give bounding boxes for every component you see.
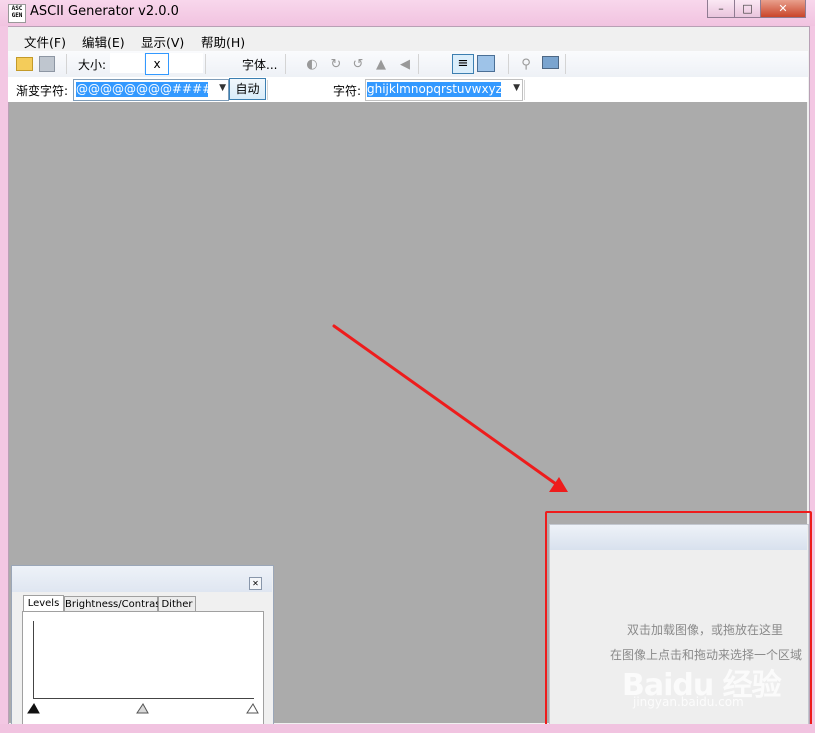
- ramp-combo[interactable]: @@@@@@@@####%%%%*****++++;;;;:::::,,,,,,…: [73, 79, 229, 101]
- ramp-value: @@@@@@@@####%%%%*****++++;;;;:::::,,,,,,…: [76, 82, 208, 97]
- font-button[interactable]: 字体...: [242, 56, 277, 73]
- save-icon[interactable]: [39, 56, 55, 72]
- panel-close-icon[interactable]: ✕: [249, 577, 262, 590]
- toolbar-separator: [66, 54, 67, 74]
- flip-horizontal-icon[interactable]: ◀: [397, 57, 413, 73]
- menu-edit[interactable]: 编辑(E): [82, 32, 125, 51]
- menu-bar: [8, 27, 808, 51]
- flip-vertical-icon[interactable]: ▲: [373, 57, 389, 73]
- toolbar-separator: [508, 54, 509, 74]
- annotation-arrow: [332, 324, 568, 492]
- window-border-bottom: [0, 724, 815, 733]
- toolbar-separator: [524, 80, 525, 100]
- toolbar-separator: [565, 54, 566, 74]
- app-icon: ASC GEN: [8, 4, 26, 23]
- chevron-down-icon[interactable]: ▼: [219, 83, 226, 93]
- toolbar-separator: [205, 54, 206, 74]
- chars-label: 字符:: [333, 84, 362, 98]
- image-view-icon[interactable]: [477, 55, 495, 72]
- minimize-button[interactable]: –: [707, 0, 735, 18]
- window-title: ASCII Generator v2.0.0: [30, 4, 179, 19]
- width-input[interactable]: [110, 53, 144, 73]
- menu-file[interactable]: 文件(F): [24, 32, 66, 51]
- annotation-box: [545, 511, 812, 728]
- white-point-slider: [246, 703, 259, 714]
- level-sliders[interactable]: [26, 701, 262, 715]
- close-button[interactable]: ✕: [760, 0, 806, 18]
- black-point-slider: [27, 703, 40, 714]
- chevron-down-icon[interactable]: ▼: [513, 83, 520, 93]
- menu-view[interactable]: 显示(V): [141, 32, 184, 51]
- histogram-x-axis: [33, 698, 254, 699]
- invert-icon[interactable]: ◐: [304, 57, 320, 73]
- preview-icon[interactable]: ⚲: [518, 57, 534, 73]
- size-label: 大小:: [78, 58, 107, 72]
- histogram-y-axis: [33, 621, 34, 699]
- chars-combo[interactable]: ghijklmnopqrstuvwxyz$ ▼: [365, 79, 523, 101]
- auto-button[interactable]: 自动: [229, 78, 266, 100]
- toolbar-separator: [418, 54, 419, 74]
- rotate-cw-icon[interactable]: ↻: [328, 57, 344, 73]
- menu-help[interactable]: 帮助(H): [201, 32, 245, 51]
- open-folder-icon[interactable]: [16, 57, 33, 71]
- toolbar-separator: [267, 80, 268, 100]
- gamma-slider: [136, 703, 149, 714]
- chars-value: ghijklmnopqrstuvwxyz$: [367, 82, 501, 97]
- levels-panel-header[interactable]: [12, 566, 272, 592]
- size-separator: x: [145, 53, 169, 75]
- toolbar-separator: [285, 54, 286, 74]
- text-view-icon[interactable]: ≡: [452, 54, 474, 74]
- maximize-button[interactable]: □: [734, 0, 761, 18]
- height-input[interactable]: [169, 53, 203, 73]
- monitor-icon[interactable]: [542, 56, 559, 69]
- ramp-label: 渐变字符:: [16, 84, 69, 98]
- rotate-ccw-icon[interactable]: ↺: [350, 57, 366, 73]
